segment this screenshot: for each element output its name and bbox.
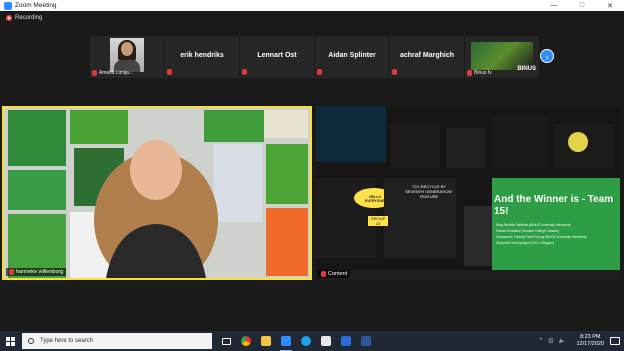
chrome-icon bbox=[241, 336, 251, 346]
muted-mic-icon bbox=[92, 70, 97, 76]
zoom-taskbar-button[interactable] bbox=[276, 331, 296, 351]
speaker-video-frame bbox=[4, 108, 310, 278]
speaker-name: hanneke willenborg bbox=[16, 269, 64, 275]
member-item: Stephanie Van Ingelgem (UCLL Belgium) bbox=[496, 241, 555, 245]
edge-icon bbox=[301, 336, 311, 346]
muted-mic-icon bbox=[392, 69, 397, 75]
slide-feature-text: "CO-RECYCLE BY SEVENTH GENERATION" FEATU… bbox=[405, 184, 453, 199]
participant-name: Binus fv bbox=[474, 70, 492, 76]
participant-name: Aidan Splinter bbox=[328, 52, 376, 59]
windows-logo-icon bbox=[5, 336, 15, 346]
taskbar-search-box[interactable]: Type here to search bbox=[22, 333, 212, 349]
task-view-icon bbox=[221, 337, 231, 345]
participant-tile[interactable]: BINUS Binus fv bbox=[465, 36, 539, 78]
shared-content-video[interactable]: And the Winner is - Team 15! HELLO EVERY… bbox=[316, 106, 620, 280]
muted-mic-icon bbox=[242, 69, 247, 75]
clock-date: 12/17/2020 bbox=[576, 341, 604, 347]
participant-name: Lennart Ost bbox=[257, 52, 297, 59]
active-speaker-video[interactable]: hanneke willenborg bbox=[2, 106, 312, 280]
slide-bubble-text: HELLO EVERYONE! bbox=[364, 195, 386, 203]
participant-tile[interactable]: Amelia Limija... bbox=[90, 36, 164, 78]
word-icon bbox=[361, 336, 371, 346]
clock-time: 8:23 PM bbox=[579, 334, 601, 340]
slide-title: And the Winner is - Team 15! bbox=[494, 194, 614, 217]
participant-tile[interactable]: achraf Marghich bbox=[390, 36, 464, 78]
muted-mic-icon bbox=[317, 69, 322, 75]
muted-mic-icon bbox=[321, 271, 326, 277]
network-icon[interactable]: ◫ bbox=[548, 338, 553, 344]
muted-mic-icon bbox=[167, 69, 172, 75]
windows-taskbar: Type here to search ⌃ ◫ 🔈 8:23 PM 12/17/… bbox=[0, 331, 624, 351]
notification-icon[interactable] bbox=[610, 337, 620, 345]
participant-photo bbox=[110, 38, 144, 72]
window-title: Zoom Meeting bbox=[15, 2, 57, 9]
show-hidden-icons-chevron-icon[interactable]: ⌃ bbox=[539, 338, 544, 344]
participant-tile[interactable]: Lennart Ost bbox=[240, 36, 314, 78]
task-view-button[interactable] bbox=[216, 331, 236, 351]
muted-mic-icon bbox=[9, 269, 14, 275]
chevron-right-icon: › bbox=[545, 52, 549, 62]
participant-tile[interactable]: Aidan Splinter bbox=[315, 36, 389, 78]
folder-icon bbox=[261, 336, 271, 346]
word-taskbar-button[interactable] bbox=[356, 331, 376, 351]
search-placeholder: Type here to search bbox=[40, 338, 94, 344]
shared-slide bbox=[316, 106, 620, 280]
taskbar-clock[interactable]: 8:23 PM 12/17/2020 bbox=[576, 334, 604, 348]
file-explorer-taskbar-button[interactable] bbox=[256, 331, 276, 351]
participant-name: achraf Marghich bbox=[399, 52, 455, 59]
slide-group-label: GROUP 15 bbox=[368, 216, 388, 226]
zoom-logo-icon bbox=[4, 1, 12, 10]
recording-indicator[interactable]: Recording bbox=[6, 15, 42, 21]
maximize-button[interactable]: □ bbox=[568, 0, 596, 11]
close-button[interactable]: ✕ bbox=[596, 0, 624, 11]
shared-overlay-text: BINUS bbox=[517, 66, 536, 72]
next-page-button[interactable]: › bbox=[540, 49, 554, 63]
slide-member-list: Rizqi Redhifa Fathihah (BINUS University… bbox=[496, 222, 614, 246]
store-taskbar-button[interactable] bbox=[316, 331, 336, 351]
edge-taskbar-button[interactable] bbox=[296, 331, 316, 351]
muted-mic-icon bbox=[467, 70, 472, 76]
recording-label: Recording bbox=[15, 15, 43, 21]
content-label: Content bbox=[328, 271, 348, 277]
recording-dot-icon bbox=[6, 15, 12, 21]
minimize-button[interactable]: — bbox=[540, 0, 568, 11]
system-tray: ⌃ ◫ 🔈 8:23 PM 12/17/2020 bbox=[539, 331, 624, 351]
mail-taskbar-button[interactable] bbox=[336, 331, 356, 351]
content-name-tag: Content bbox=[318, 270, 351, 278]
participant-tile[interactable]: erik hendriks bbox=[165, 36, 239, 78]
volume-icon[interactable]: 🔈 bbox=[559, 338, 566, 344]
mail-icon bbox=[341, 336, 351, 346]
participant-name: Amelia Limija... bbox=[99, 70, 133, 76]
chrome-taskbar-button[interactable] bbox=[236, 331, 256, 351]
speaker-name-tag: hanneke willenborg bbox=[6, 268, 67, 276]
store-icon bbox=[321, 336, 331, 346]
search-icon bbox=[28, 338, 34, 344]
participant-name: erik hendriks bbox=[180, 52, 224, 59]
start-button[interactable] bbox=[0, 331, 20, 351]
zoom-icon bbox=[281, 336, 291, 346]
window-titlebar: Zoom Meeting — □ ✕ bbox=[0, 0, 624, 11]
